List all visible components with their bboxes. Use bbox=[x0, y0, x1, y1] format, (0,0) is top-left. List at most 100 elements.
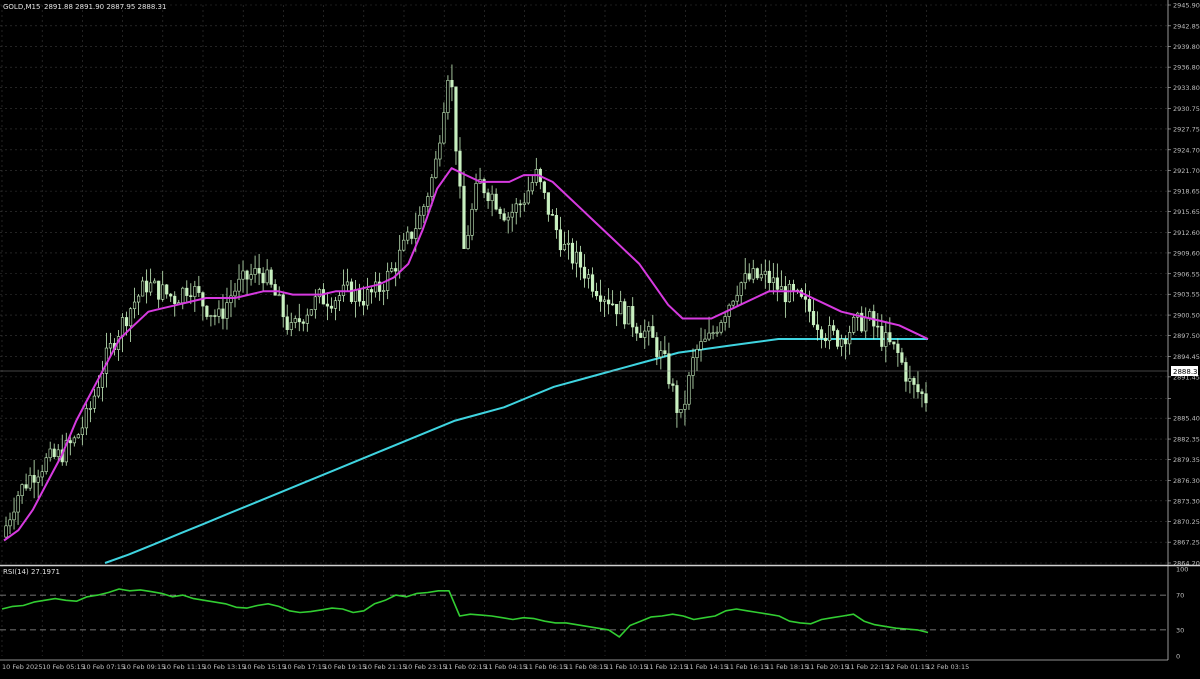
candle-body bbox=[325, 303, 329, 307]
candle-body bbox=[719, 322, 723, 333]
candle-body bbox=[4, 525, 8, 538]
candle-body bbox=[590, 274, 595, 292]
candle-body bbox=[462, 185, 466, 249]
candle-body bbox=[48, 448, 52, 459]
candle-body bbox=[333, 300, 338, 309]
candle-body bbox=[458, 150, 462, 187]
rsi-label: RSI(14) 27.1971 bbox=[3, 568, 60, 576]
y-tick-label: 2927.75 bbox=[1173, 125, 1200, 133]
candle-body bbox=[864, 317, 868, 332]
x-tick-label: 10 Feb 09:15 bbox=[123, 663, 166, 671]
candle-body bbox=[739, 282, 743, 296]
y-tick-label: 2918.65 bbox=[1173, 188, 1200, 196]
candle-body bbox=[631, 306, 635, 328]
candle-body bbox=[836, 330, 840, 347]
candle-body bbox=[844, 338, 848, 345]
x-tick-label: 10 Feb 15:15 bbox=[243, 663, 286, 671]
y-tick-label: 2882.35 bbox=[1173, 436, 1200, 444]
candle-body bbox=[410, 231, 414, 239]
candle-body bbox=[876, 325, 880, 328]
candle-body bbox=[145, 280, 149, 293]
candle-body bbox=[80, 427, 84, 435]
candle-body bbox=[382, 290, 386, 292]
candle-body bbox=[317, 289, 321, 298]
candle-body bbox=[442, 112, 446, 144]
candle-body bbox=[454, 86, 458, 152]
candle-body bbox=[249, 274, 253, 280]
candle-body bbox=[165, 284, 169, 295]
candle-body bbox=[353, 289, 358, 302]
x-tick-label: 10 Feb 13:15 bbox=[203, 663, 246, 671]
candle-body bbox=[173, 295, 177, 304]
candle-body bbox=[149, 282, 153, 293]
candle-body bbox=[430, 177, 434, 197]
candle-body bbox=[132, 301, 137, 310]
x-tick-label: 11 Feb 20:15 bbox=[806, 663, 849, 671]
candle-body bbox=[639, 332, 643, 338]
candle-body bbox=[699, 341, 703, 350]
rsi-y-tick-label: 30 bbox=[1176, 626, 1184, 634]
y-tick-label: 2885.40 bbox=[1173, 415, 1200, 423]
candle-body bbox=[329, 305, 334, 309]
candle-body bbox=[197, 286, 201, 293]
y-tick-label: 2912.60 bbox=[1173, 229, 1200, 237]
candle-body bbox=[582, 266, 587, 279]
candle-body bbox=[289, 322, 293, 330]
y-tick-label: 2894.45 bbox=[1173, 353, 1200, 361]
candle-body bbox=[108, 343, 113, 349]
candle-body bbox=[598, 295, 603, 302]
candle-body bbox=[755, 268, 759, 279]
y-tick-label: 2921.70 bbox=[1173, 167, 1200, 175]
candle-body bbox=[775, 277, 779, 290]
y-tick-label: 2876.30 bbox=[1173, 477, 1200, 485]
x-tick-label: 10 Feb 19:15 bbox=[324, 663, 367, 671]
candle-body bbox=[711, 332, 715, 335]
candle-body bbox=[229, 295, 233, 303]
candle-body bbox=[787, 283, 791, 303]
candle-body bbox=[161, 284, 165, 300]
candle-body bbox=[221, 308, 225, 319]
candle-body bbox=[494, 193, 498, 210]
candle-body bbox=[450, 80, 454, 88]
candle-body bbox=[100, 373, 105, 388]
candle-body bbox=[189, 295, 193, 297]
candle-body bbox=[880, 325, 884, 347]
candle-body bbox=[181, 287, 185, 303]
candle-body bbox=[486, 192, 490, 202]
candle-body bbox=[374, 281, 378, 293]
x-tick-label: 12 Feb 03:15 bbox=[927, 663, 970, 671]
y-tick-label: 2939.80 bbox=[1173, 43, 1200, 51]
candle-body bbox=[743, 273, 747, 284]
y-tick-label: 2924.70 bbox=[1173, 146, 1200, 154]
x-tick-label: 11 Feb 18:15 bbox=[766, 663, 809, 671]
candle-body bbox=[675, 385, 679, 413]
candle-body bbox=[735, 295, 739, 302]
candle-body bbox=[120, 317, 125, 337]
candle-body bbox=[305, 314, 309, 324]
candle-body bbox=[44, 457, 48, 472]
candle-body bbox=[438, 142, 442, 160]
candle-body bbox=[916, 384, 920, 393]
candle-body bbox=[647, 326, 651, 332]
candle-body bbox=[153, 280, 157, 284]
y-tick-label: 2906.55 bbox=[1173, 270, 1200, 278]
x-tick-label: 10 Feb 07:15 bbox=[82, 663, 125, 671]
candle-body bbox=[908, 378, 912, 382]
candle-body bbox=[791, 283, 796, 291]
candle-body bbox=[96, 387, 100, 397]
candle-body bbox=[357, 289, 362, 302]
candle-body bbox=[655, 337, 659, 358]
candle-body bbox=[273, 284, 277, 296]
candle-body bbox=[297, 318, 301, 323]
candle-body bbox=[8, 519, 12, 527]
candle-body bbox=[309, 309, 313, 316]
candle-body bbox=[892, 341, 896, 345]
candle-body bbox=[52, 448, 56, 457]
candle-body bbox=[763, 270, 767, 275]
candle-body bbox=[345, 281, 350, 286]
rsi-y-tick-label: 70 bbox=[1176, 592, 1184, 600]
candle-body bbox=[723, 316, 727, 323]
candle-body bbox=[759, 274, 763, 279]
candle-body bbox=[72, 437, 76, 444]
candle-body bbox=[285, 316, 289, 330]
